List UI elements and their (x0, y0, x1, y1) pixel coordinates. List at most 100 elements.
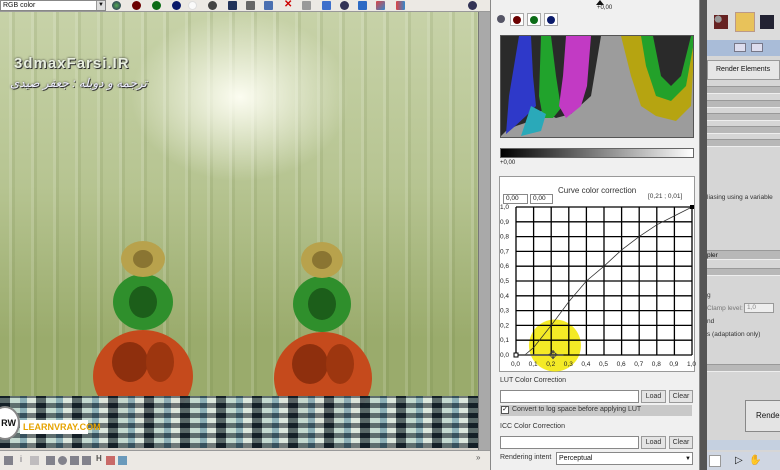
y-tick-label: 0,4 (500, 293, 509, 300)
chevron-down-icon: ▼ (96, 1, 105, 10)
x-tick-label: 0,0 (511, 361, 520, 368)
rendering-intent-label: Rendering intent (500, 454, 552, 461)
icc-path-input[interactable] (500, 436, 639, 449)
rollout-bar[interactable] (707, 100, 780, 108)
rollout-bar[interactable] (707, 126, 780, 134)
window-titlebar (707, 40, 780, 56)
history-icon[interactable] (376, 1, 385, 10)
green-channel-icon[interactable] (152, 1, 161, 10)
curve-title: Curve color correction (558, 186, 637, 195)
alpha-channel-icon[interactable] (188, 1, 197, 10)
histogram-rgb-icon[interactable] (497, 15, 505, 23)
curve-icon[interactable] (46, 456, 55, 465)
channel-select[interactable]: RGB color ▼ (0, 0, 106, 11)
watermark-site: 3dmaxFarsi.IR (14, 55, 130, 72)
compare-icon[interactable] (106, 456, 115, 465)
save-icon[interactable] (228, 1, 237, 10)
channel-select-value: RGB color (3, 2, 36, 9)
lut-icon[interactable] (82, 456, 91, 465)
teapot-icon[interactable] (468, 1, 477, 10)
exposure-value: +0,00 (597, 5, 613, 11)
icc-load-button[interactable]: Load (641, 436, 666, 449)
levels-icon[interactable] (30, 456, 39, 465)
history-icon[interactable]: H (96, 454, 105, 463)
red-channel-icon[interactable] (132, 1, 141, 10)
clamp-level-input[interactable]: 1,0 (744, 303, 774, 313)
navigation-controls: ▷ ✋ (707, 452, 780, 470)
vfb-toolbar: RGB color ▼ ✕ (0, 0, 490, 12)
curve-graph[interactable]: 0,0 0,1 0,2 0,3 0,4 0,5 0,6 0,7 0,8 0,9 1,0 0,0 0,1 0… (499, 200, 699, 372)
vfb-scrollbar[interactable] (478, 12, 490, 450)
link-icon[interactable] (302, 1, 311, 10)
icc-clear-button[interactable]: Clear (669, 436, 693, 449)
y-tick-label: 0,2 (500, 322, 509, 329)
srgb-icon[interactable] (70, 456, 79, 465)
rendered-frame-icon[interactable] (760, 15, 774, 29)
curve-point-start[interactable] (513, 352, 519, 358)
x-tick-label: 0,6 (617, 361, 626, 368)
black-white-gradient[interactable] (500, 148, 694, 158)
y-tick-label: 1,0 (500, 204, 509, 211)
frame-spinner[interactable] (709, 455, 721, 467)
y-tick-label: 0,8 (500, 234, 509, 241)
sampler-rollout[interactable]: pler (707, 250, 780, 260)
region-render-icon[interactable] (322, 1, 331, 10)
clamp-level-label: Clamp level: (707, 305, 743, 312)
lut-load-button[interactable]: Load (641, 390, 666, 403)
monochrome-icon[interactable] (208, 1, 217, 10)
exposure-icon[interactable] (58, 456, 67, 465)
red-channel-icon (513, 16, 521, 24)
x-tick-label: 0,5 (599, 361, 608, 368)
lens-effects-icon[interactable] (358, 1, 367, 10)
lut-path-input[interactable] (500, 390, 639, 403)
display-correction-icon[interactable] (4, 456, 13, 465)
viewport-toolbar (707, 440, 780, 450)
vfb-bottom-toolbar: i H » (0, 450, 490, 470)
x-tick-label: 0,9 (669, 361, 678, 368)
rendering-intent-select[interactable]: Perceptual ▼ (556, 452, 693, 465)
y-tick-label: 0,5 (500, 278, 509, 285)
ab-compare-icon[interactable] (396, 1, 405, 10)
histogram (500, 35, 694, 138)
rollout-bar[interactable] (707, 86, 780, 94)
log-space-checkbox[interactable]: ✓ (501, 406, 509, 414)
y-tick-label: 0,0 (500, 352, 509, 359)
rgb-channel-icon[interactable] (112, 1, 121, 10)
pan-hand-icon[interactable]: ✋ (749, 455, 761, 466)
clone-icon[interactable] (246, 1, 255, 10)
rollout-bar[interactable] (707, 113, 780, 121)
minimize-icon[interactable] (734, 43, 746, 52)
x-tick-label: 0,1 (529, 361, 538, 368)
load-icon[interactable] (264, 1, 273, 10)
histogram-blue-button[interactable] (544, 13, 558, 26)
rollout-bar[interactable] (707, 268, 780, 276)
histogram-red-button[interactable] (510, 13, 524, 26)
blue-channel-icon[interactable] (172, 1, 181, 10)
material-editor-icon[interactable] (714, 15, 728, 29)
green-channel-icon (530, 16, 538, 24)
tab-render-elements[interactable]: Render Elements (707, 60, 780, 80)
play-icon[interactable]: ▷ (735, 455, 743, 466)
histogram-green-button[interactable] (527, 13, 541, 26)
lut-clear-button[interactable]: Clear (669, 390, 693, 403)
info-icon[interactable]: i (20, 454, 29, 464)
render-setup-icon[interactable] (735, 12, 755, 32)
watermark-credit: ترجمه و دوبله : جعفر صیدی (10, 76, 147, 90)
move-cursor-icon: ✥ (548, 348, 558, 362)
rollout-bar[interactable] (707, 139, 780, 147)
pixel-aspect-icon[interactable] (118, 456, 127, 465)
maximize-icon[interactable] (751, 43, 763, 52)
rollout-bar[interactable] (707, 364, 780, 372)
x-tick-label: 0,2 (546, 361, 555, 368)
option-label-nd: nd (707, 318, 715, 325)
blue-channel-icon (547, 16, 555, 24)
y-tick-label: 0,1 (500, 337, 509, 344)
main-toolbar (707, 0, 780, 40)
expand-icon[interactable]: » (476, 453, 485, 462)
render-button[interactable]: Rende (745, 400, 780, 432)
render-teapot-icon[interactable] (340, 1, 349, 10)
clear-icon[interactable]: ✕ (284, 0, 293, 10)
y-tick-label: 0,9 (500, 219, 509, 226)
x-tick-label: 0,8 (652, 361, 661, 368)
curve-point-end[interactable] (690, 205, 694, 209)
